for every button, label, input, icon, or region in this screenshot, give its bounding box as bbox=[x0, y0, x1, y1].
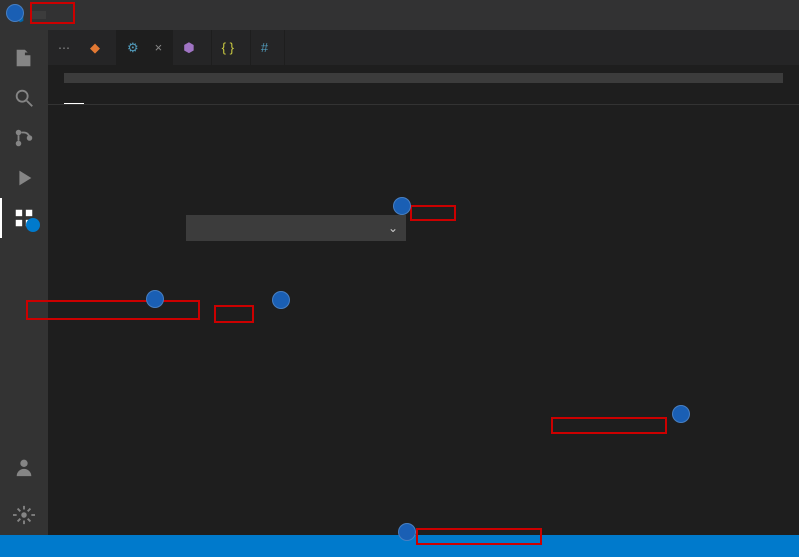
menu-view[interactable] bbox=[74, 11, 88, 19]
menu-run[interactable] bbox=[102, 11, 116, 19]
activity-settings[interactable] bbox=[0, 495, 48, 535]
settings-search-input[interactable] bbox=[64, 73, 783, 83]
editor-main: ⋯ ◆ ⚙× ⬢ { } # bbox=[48, 30, 799, 535]
tab-style-css[interactable]: # bbox=[251, 30, 285, 65]
titlebar bbox=[0, 0, 799, 30]
tab-settings[interactable]: ⚙× bbox=[117, 30, 173, 65]
scope-workspace[interactable] bbox=[84, 91, 104, 104]
menubar bbox=[32, 11, 144, 19]
activity-account[interactable] bbox=[0, 447, 48, 487]
close-icon[interactable]: × bbox=[155, 40, 163, 55]
activity-search[interactable] bbox=[0, 78, 48, 118]
activity-explorer[interactable] bbox=[0, 38, 48, 78]
scope-user[interactable] bbox=[64, 91, 84, 104]
settings-details: ⌄ bbox=[178, 105, 799, 535]
tab-ext-vetur[interactable]: ⬢ bbox=[173, 30, 211, 65]
activitybar bbox=[0, 30, 48, 535]
tab-overflow-icon[interactable]: ⋯ bbox=[48, 41, 80, 55]
chevron-down-icon: ⌄ bbox=[388, 219, 398, 237]
ext-badge bbox=[26, 218, 40, 232]
scope-tabs bbox=[48, 91, 799, 105]
tagcasing-select[interactable]: ⌄ bbox=[186, 215, 406, 241]
vscode-icon bbox=[8, 7, 24, 23]
menu-terminal[interactable] bbox=[116, 11, 130, 19]
settings-editor: ⌄ bbox=[48, 65, 799, 535]
menu-edit[interactable] bbox=[46, 11, 60, 19]
activity-extensions[interactable] bbox=[0, 198, 48, 238]
menu-go[interactable] bbox=[88, 11, 102, 19]
tab-settings-json[interactable]: { } bbox=[212, 30, 251, 65]
statusbar bbox=[0, 535, 799, 557]
menu-help[interactable] bbox=[130, 11, 144, 19]
menu-select[interactable] bbox=[60, 11, 74, 19]
tabbar: ⋯ ◆ ⚙× ⬢ { } # bbox=[48, 30, 799, 65]
settings-tree[interactable] bbox=[48, 105, 178, 535]
activity-scm[interactable] bbox=[0, 118, 48, 158]
tab-index-html[interactable]: ◆ bbox=[80, 30, 117, 65]
menu-file[interactable] bbox=[32, 11, 46, 19]
activity-debug[interactable] bbox=[0, 158, 48, 198]
